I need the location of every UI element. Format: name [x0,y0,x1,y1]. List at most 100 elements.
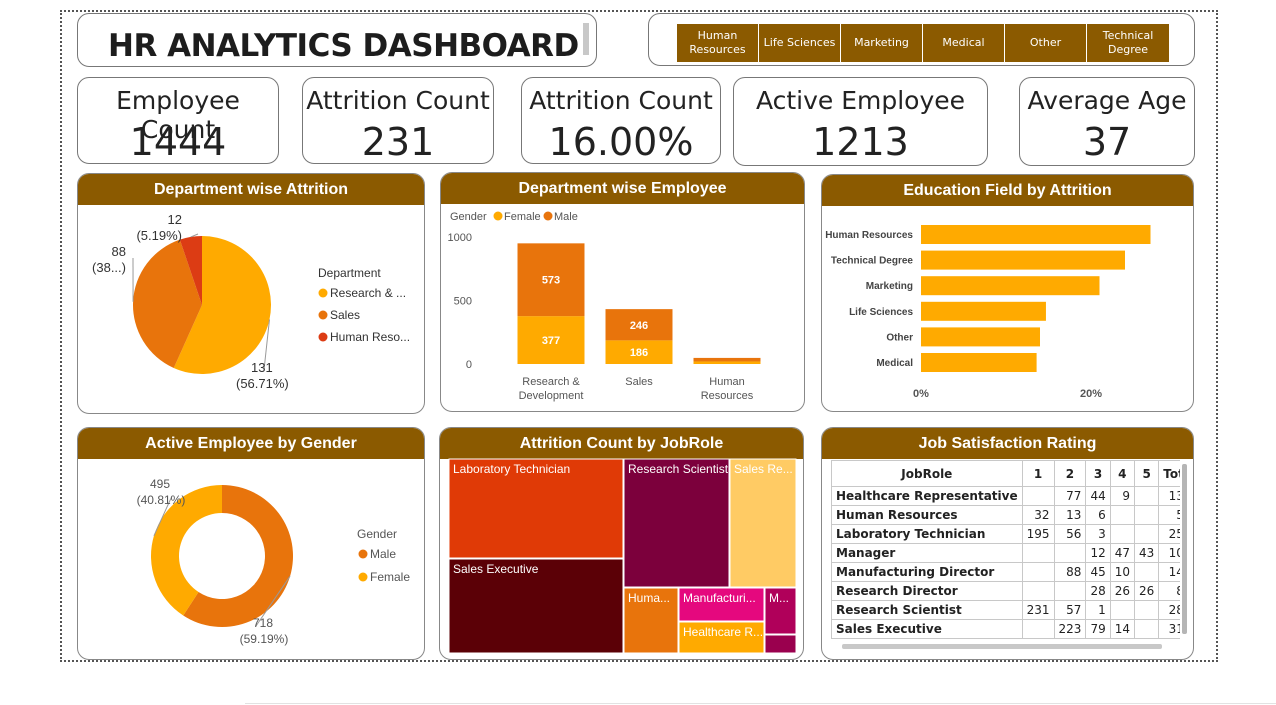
column-header[interactable]: 5 [1133,460,1160,487]
table-cell: 9 [1109,486,1136,506]
table-cell: 88 [1053,562,1087,582]
kpi-active-employee: Active Employee 1213 [733,77,988,166]
kpi-attrition-count: Attrition Count 231 [302,77,494,164]
table-cell: 28 [1085,581,1111,601]
bar-data-label: 377 [542,335,560,347]
slicer-item-marketing[interactable]: Marketing [841,24,923,62]
job-satisfaction-card: Job Satisfaction Rating JobRole12345TotH… [821,427,1194,660]
vertical-scrollbar[interactable] [1182,464,1187,634]
row-label: Research Scientist [831,600,1023,620]
column-header[interactable]: 3 [1085,460,1111,487]
kpi-employee-count: Employee Count 1444 [77,77,279,164]
treemap-label: Research Scientist [628,462,729,476]
kpi-value: 1213 [812,120,909,164]
table-cell [1133,619,1160,639]
column-header[interactable]: 1 [1021,460,1055,487]
table-cell: 10 [1109,562,1136,582]
legend-marker [358,572,368,582]
education-attrition-bar: Human Resources Technical Degree Marketing… [825,225,1151,400]
table-cell: 45 [1085,562,1111,582]
table-row: Research Director2826268 [831,581,1180,601]
table-cell [1053,581,1087,601]
treemap-label: Sales Re... [734,462,793,476]
table-row: Research Scientist231571 28 [831,600,1180,620]
kpi-label: Average Age [1027,86,1187,115]
column-header[interactable]: 4 [1109,460,1136,487]
bar-segment [693,357,761,362]
kpi-label: Attrition Count [529,86,713,115]
data-label-percent: (38...) [92,260,126,275]
x-tick-label: Research & [522,376,580,388]
table-cell: 223 [1053,619,1087,639]
gender-card: Active Employee by Gender 718 (59.19%) 495… [77,427,425,660]
table-cell: 5 [1158,505,1180,525]
slicer-item-human-resources[interactable]: Human Resources [677,24,759,62]
bar-data-label: 186 [630,347,648,359]
y-tick-label: 0 [466,359,472,371]
table-cell: 57 [1053,600,1087,620]
table-cell: 12 [1085,543,1111,563]
table-row: Manufacturing Director 884510 14 [831,562,1180,582]
data-label-value: 12 [168,212,182,227]
legend-marker [318,310,328,320]
data-label-percent: (59.19%) [240,632,289,646]
row-label: Laboratory Technician [831,524,1023,544]
x-tick-label: Resources [701,390,754,402]
table-cell [1133,524,1160,544]
legend-label: Male [370,547,396,561]
cursor-bar [583,23,589,55]
kpi-value: 37 [1082,120,1132,164]
table-cell: 31 [1158,619,1180,639]
slicer-item-technical-degree[interactable]: Technical Degree [1087,24,1169,62]
legend-marker [318,332,328,342]
treemap-cell [729,458,797,588]
slicer-item-medical[interactable]: Medical [923,24,1005,62]
table-cell [1021,581,1055,601]
row-label: Healthcare Representative [831,486,1023,506]
treemap-label: Sales Executive [453,562,539,576]
table-cell [1021,562,1055,582]
table-cell: 13 [1158,486,1180,506]
dept-attrition-pie: 131(56.71%) 88(38...) 12(5.19%) Department R… [92,212,410,391]
x-tick-label: Development [519,390,584,402]
jobrole-treemap: Laboratory Technician Sales Executive Rese… [448,458,797,654]
y-tick-label: Technical Degree [831,256,914,267]
table-cell: 25 [1158,524,1180,544]
table-row: Sales Executive 2237914 31 [831,619,1180,639]
bar [921,225,1151,244]
title-box: HR ANALYTICS DASHBOARD [77,13,597,67]
table-cell: 195 [1021,524,1055,544]
legend-marker [543,211,553,221]
column-header[interactable]: 2 [1053,460,1087,487]
slicer-item-other[interactable]: Other [1005,24,1087,62]
table-cell: 8 [1158,581,1180,601]
legend-label: Research & ... [330,286,406,300]
x-tick-label: Sales [625,376,653,388]
y-tick-label: Medical [876,358,913,369]
table-cell [1021,619,1055,639]
table-cell [1133,562,1160,582]
slicer-item-life-sciences[interactable]: Life Sciences [759,24,841,62]
legend-label: Female [370,570,410,584]
table-viewport[interactable]: JobRole12345TotHealthcare Representative… [831,460,1180,648]
treemap-label: Healthcare R... [683,625,763,639]
table-cell [1021,486,1055,506]
horizontal-scrollbar[interactable] [842,644,1162,649]
x-tick-label: Human [709,376,744,388]
page-title: HR ANALYTICS DASHBOARD [108,28,579,64]
table-cell: 3 [1085,524,1111,544]
table-row: Laboratory Technician195563 25 [831,524,1180,544]
column-header[interactable]: JobRole [831,460,1023,487]
y-tick-label: 500 [454,296,472,308]
table-cell [1053,543,1087,563]
kpi-value: 16.00% [548,120,694,164]
data-label-percent: (5.19%) [136,228,182,243]
legend-title: Gender [357,527,397,541]
treemap-label: M... [769,591,789,605]
bar [921,327,1040,347]
column-header[interactable]: Tot [1158,460,1180,487]
y-tick-label: Life Sciences [849,307,913,318]
treemap-cell [623,458,730,588]
row-label: Manufacturing Director [831,562,1023,582]
table-header-row: JobRole12345Tot [831,460,1180,487]
